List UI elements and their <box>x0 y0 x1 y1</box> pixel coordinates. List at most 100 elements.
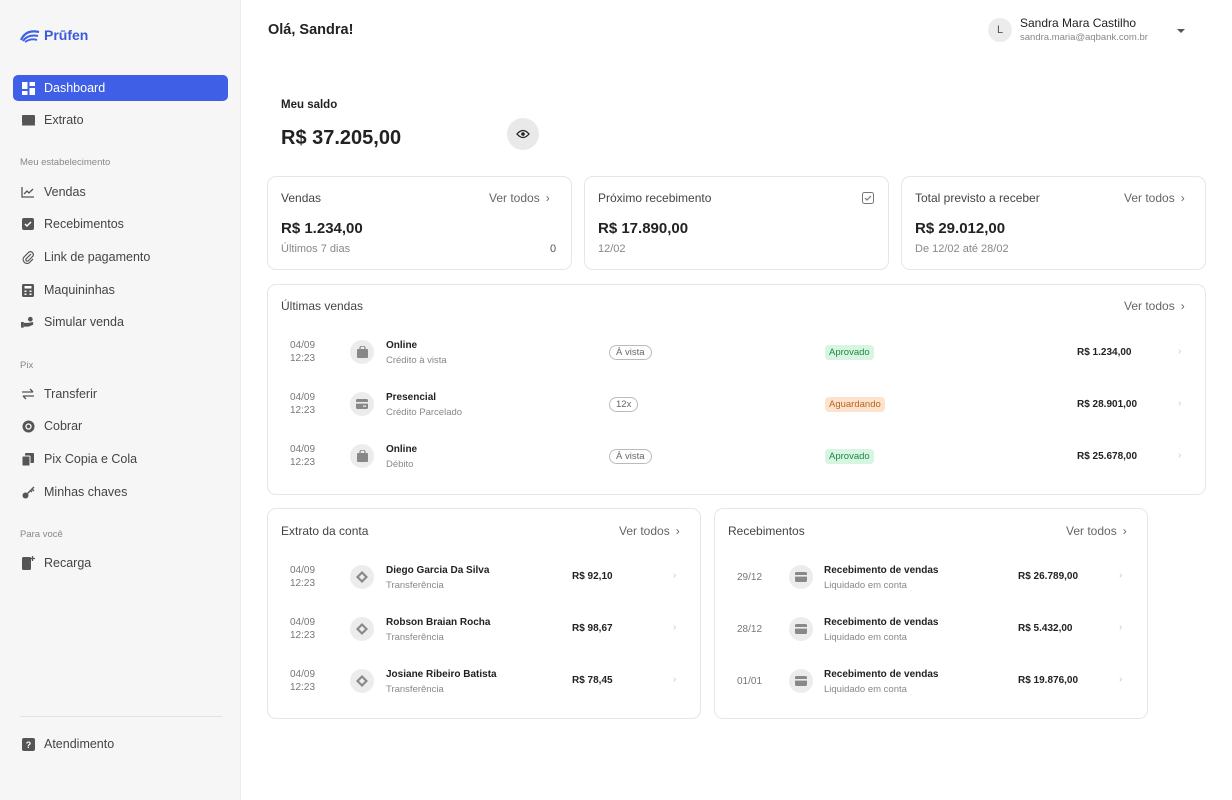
row-date: 04/09 12:23 <box>290 391 315 417</box>
chevron-right-icon[interactable]: › <box>1178 398 1181 409</box>
ver-todos-link[interactable]: Ver todos › <box>619 524 680 538</box>
sidebar-item-transferir[interactable]: Transferir <box>13 381 228 407</box>
date: 04/09 <box>290 617 316 628</box>
coin-icon <box>21 419 35 433</box>
wallet-icon <box>789 617 813 641</box>
chevron-down-icon[interactable] <box>1177 29 1185 33</box>
statement-icon <box>21 113 35 127</box>
payment-type-pill: 12x <box>609 397 639 412</box>
sidebar-item-label: Vendas <box>44 185 86 199</box>
chevron-right-icon[interactable]: › <box>1119 622 1122 633</box>
sidebar-item-cobrar[interactable]: Cobrar <box>13 413 228 439</box>
card-title: Extrato da conta <box>281 524 369 538</box>
chevron-right-icon[interactable]: › <box>1119 674 1122 685</box>
row-amount: R$ 25.678,00 <box>1077 451 1138 462</box>
time: 12:23 <box>290 630 316 641</box>
sidebar-item-maquininhas[interactable]: Maquininhas <box>13 277 228 303</box>
hand-coin-icon <box>21 315 35 329</box>
total-previsto-card: Total previsto a receber Ver todos › R$ 2… <box>901 176 1206 270</box>
row-amount: R$ 1.234,00 <box>1077 347 1132 358</box>
row-title: Presencial <box>386 392 437 403</box>
card-value: R$ 17.890,00 <box>598 220 689 237</box>
sidebar-item-pix-copia-cola[interactable]: Pix Copia e Cola <box>13 446 228 472</box>
ver-todos-link[interactable]: Ver todos › <box>1124 299 1185 313</box>
sidebar-item-label: Link de pagamento <box>44 250 151 264</box>
chevron-right-icon: › <box>1180 191 1185 205</box>
check-square-icon[interactable] <box>862 191 874 209</box>
link-label: Ver todos <box>1124 299 1175 313</box>
card-title: Próximo recebimento <box>598 191 712 205</box>
row-amount: R$ 78,45 <box>572 675 613 686</box>
key-icon <box>21 485 35 499</box>
pix-icon <box>350 669 374 693</box>
time: 12:23 <box>290 682 316 693</box>
wallet-icon <box>789 669 813 693</box>
chevron-right-icon[interactable]: › <box>1178 346 1181 357</box>
chevron-right-icon: › <box>1180 299 1185 313</box>
grid-icon <box>21 81 35 95</box>
row-amount: R$ 98,67 <box>572 623 613 634</box>
card-icon <box>350 392 374 416</box>
shopping-bag-icon <box>350 444 374 468</box>
chevron-right-icon: › <box>675 524 680 538</box>
row-date: 04/09 12:23 <box>290 564 315 590</box>
sidebar-item-label: Minhas chaves <box>44 485 128 499</box>
row-date: 04/09 12:23 <box>290 668 315 694</box>
payment-type-pill: À vista <box>609 449 652 464</box>
phone-plus-icon <box>21 556 35 570</box>
row-title: Diego Garcia Da Silva <box>386 565 490 576</box>
brand-name: Prūfen <box>44 27 89 43</box>
calculator-icon <box>21 283 35 297</box>
card-title: Total previsto a receber <box>915 191 1040 205</box>
ver-todos-link[interactable]: Ver todos › <box>1066 524 1127 538</box>
sidebar-item-minhas-chaves[interactable]: Minhas chaves <box>13 479 228 505</box>
sidebar-item-extrato[interactable]: Extrato <box>13 107 228 133</box>
eye-icon <box>516 129 530 139</box>
row-date: 04/09 12:23 <box>290 339 315 365</box>
row-title: Josiane Ribeiro Batista <box>386 669 497 680</box>
sidebar-item-link-pagamento[interactable]: Link de pagamento <box>13 244 228 270</box>
chevron-right-icon[interactable]: › <box>1119 570 1122 581</box>
chevron-right-icon[interactable]: › <box>673 622 676 633</box>
row-date: 29/12 <box>737 572 763 583</box>
ver-todos-link[interactable]: Ver todos › <box>489 191 550 205</box>
chevron-right-icon[interactable]: › <box>673 570 676 581</box>
sidebar-item-vendas[interactable]: Vendas <box>13 179 228 205</box>
status-badge: Aprovado <box>825 449 874 464</box>
sidebar-item-simular-venda[interactable]: Simular venda <box>13 309 228 335</box>
user-name: Sandra Mara Castilho <box>1020 16 1137 30</box>
row-date: 01/01 <box>737 676 763 687</box>
sidebar-item-label: Recarga <box>44 556 92 570</box>
row-sub: Transferência <box>386 580 444 591</box>
row-sub: Débito <box>386 459 414 470</box>
row-sub: Transferência <box>386 632 444 643</box>
row-sub: Liquidado em conta <box>824 684 907 695</box>
extrato-card: Extrato da conta Ver todos › 04/09 12:23 D… <box>267 508 701 719</box>
toggle-balance-button[interactable] <box>507 118 539 150</box>
shopping-bag-icon <box>350 340 374 364</box>
row-sub: Crédito Parcelado <box>386 407 463 418</box>
check-square-icon <box>21 217 35 231</box>
sidebar-item-dashboard[interactable]: Dashboard <box>13 75 228 101</box>
proximo-recebimento-card: Próximo recebimento R$ 17.890,00 12/02 <box>584 176 889 270</box>
sidebar-item-recebimentos[interactable]: Recebimentos <box>13 211 228 237</box>
row-date: 28/12 <box>737 624 763 635</box>
sidebar-item-recarga[interactable]: Recarga <box>13 550 228 576</box>
chevron-right-icon[interactable]: › <box>1178 450 1181 461</box>
user-email: sandra.maria@aqbank.com.br <box>1020 32 1148 43</box>
ver-todos-link[interactable]: Ver todos › <box>1124 191 1185 205</box>
sidebar-item-label: Cobrar <box>44 419 83 433</box>
greeting: Olá, Sandra! <box>268 22 354 38</box>
chevron-right-icon[interactable]: › <box>673 674 676 685</box>
user-menu[interactable]: L Sandra Mara Castilho sandra.maria@aqba… <box>988 16 1148 43</box>
balance-value: R$ 37.205,00 <box>281 127 402 149</box>
sidebar-item-atendimento[interactable]: ? Atendimento <box>13 731 228 757</box>
row-date: 04/09 12:23 <box>290 616 315 642</box>
sidebar-item-label: Recebimentos <box>44 217 124 231</box>
time: 12:23 <box>290 457 316 468</box>
copy-icon <box>21 452 35 466</box>
row-sub: Liquidado em conta <box>824 632 907 643</box>
brand-logo[interactable]: Prūfen <box>20 27 88 43</box>
card-sub: De 12/02 até 28/02 <box>915 243 1009 255</box>
date: 04/09 <box>290 444 316 455</box>
